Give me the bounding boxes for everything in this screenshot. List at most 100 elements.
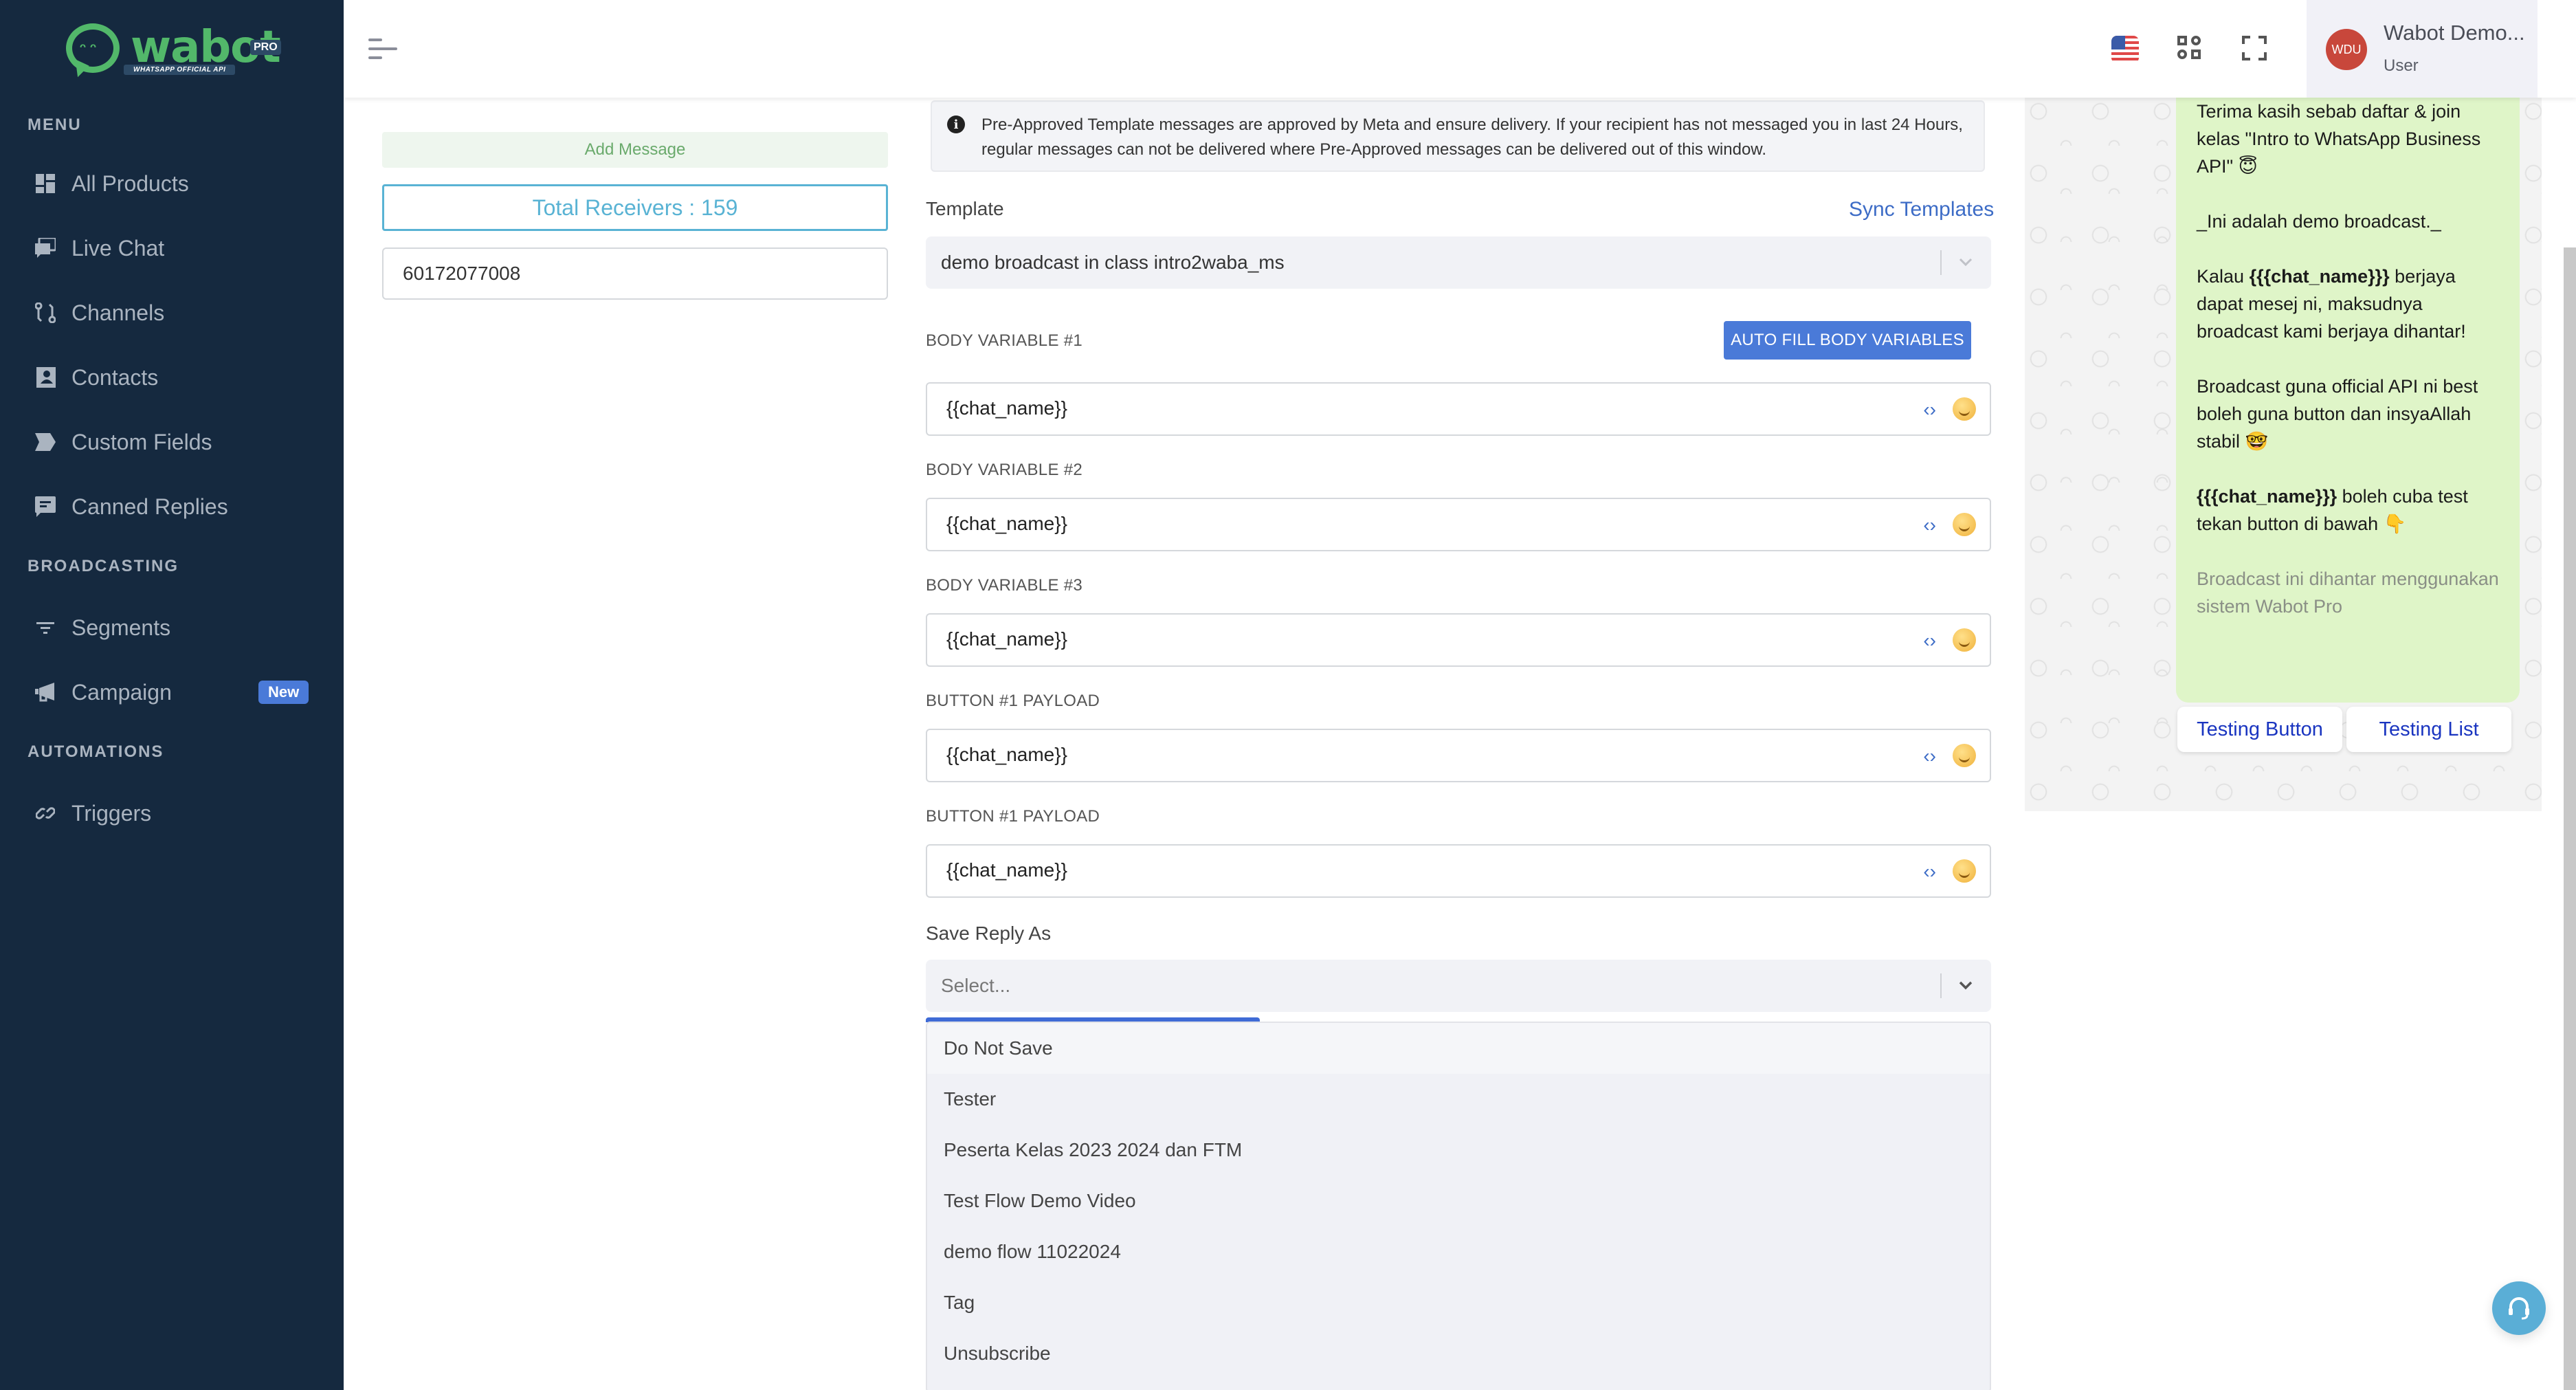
info-icon: i	[947, 115, 965, 133]
code-icon[interactable]: ‹›	[1923, 630, 1936, 652]
brand-logo[interactable]: ᵔᵔ wabot PRO WHATSAPP OFFICIAL API	[66, 22, 281, 80]
input-value: {{chat_name}}	[946, 397, 1067, 419]
user-name: Wabot Demo...	[2384, 21, 2525, 45]
option-peserta-kelas[interactable]: Peserta Kelas 2023 2024 dan FTM	[927, 1125, 1990, 1176]
headset-icon	[2509, 1297, 2529, 1320]
contact-book-icon	[34, 366, 56, 388]
option-tag[interactable]: Tag	[927, 1277, 1990, 1328]
body-variable-2-input[interactable]: {{chat_name}} ‹›	[926, 498, 1991, 551]
button-1-payload-input-2[interactable]: {{chat_name}} ‹›	[926, 844, 1991, 898]
template-label: Template	[926, 198, 1004, 219]
section-title-menu: MENU	[27, 115, 82, 134]
code-icon[interactable]: ‹›	[1923, 861, 1936, 883]
body-variable-1-input[interactable]: {{chat_name}} ‹›	[926, 382, 1991, 436]
message-bubble: Terima kasih sebab daftar & join kelas "…	[2176, 98, 2520, 703]
sidebar-item-label: Contacts	[71, 364, 159, 390]
app-root: ᵔᵔ wabot PRO WHATSAPP OFFICIAL API MENU …	[0, 0, 2576, 1390]
code-icon[interactable]: ‹›	[1923, 745, 1936, 767]
message-paragraph: Terima kasih sebab daftar & join kelas "…	[2197, 101, 2481, 177]
variable-text: {{{chat_name}}}	[2249, 266, 2390, 287]
input-value: {{chat_name}}	[946, 859, 1067, 881]
code-icon[interactable]: ‹›	[1923, 514, 1936, 536]
option-unsubscribe[interactable]: Unsubscribe	[927, 1328, 1990, 1379]
text: Kalau	[2197, 266, 2250, 287]
link-icon	[34, 802, 56, 824]
filter-icon	[34, 617, 56, 639]
emoji-picker-icon[interactable]	[1953, 513, 1976, 536]
page-scrollbar[interactable]	[2564, 247, 2576, 1390]
sidebar-item-triggers[interactable]: Triggers	[0, 789, 344, 837]
grid-icon	[34, 173, 56, 195]
sidebar: ᵔᵔ wabot PRO WHATSAPP OFFICIAL API MENU …	[0, 0, 344, 1390]
body-variable-3-input[interactable]: {{chat_name}} ‹›	[926, 613, 1991, 667]
sidebar-item-custom-fields[interactable]: Custom Fields	[0, 418, 344, 466]
add-message-button[interactable]: Add Message	[382, 132, 888, 168]
select-separator	[1940, 973, 1942, 998]
save-reply-options-menu: Do Not Save Tester Peserta Kelas 2023 20…	[926, 1022, 1991, 1390]
message-paragraph: Kalau {{{chat_name}}} berjaya dapat mese…	[2197, 263, 2499, 345]
auto-fill-body-variables-button[interactable]: AUTO FILL BODY VARIABLES	[1724, 321, 1971, 360]
chat-bubbles-icon	[34, 237, 56, 259]
sidebar-item-label: Live Chat	[71, 235, 165, 261]
menu-toggle-button[interactable]	[368, 38, 397, 59]
user-role: User	[2384, 56, 2419, 75]
chevron-down-icon	[1959, 258, 1973, 267]
option-do-not-save[interactable]: Do Not Save	[927, 1023, 1990, 1074]
testing-list-button[interactable]: Testing List	[2346, 707, 2511, 752]
testing-button[interactable]: Testing Button	[2177, 707, 2342, 752]
sidebar-item-segments[interactable]: Segments	[0, 604, 344, 652]
top-header: WDU Wabot Demo... User	[344, 0, 2576, 98]
sidebar-item-channels[interactable]: Channels	[0, 289, 344, 337]
new-badge: New	[258, 681, 309, 704]
total-receivers-badge: Total Receivers : 159	[382, 184, 888, 231]
apps-grid-icon[interactable]	[2177, 36, 2203, 62]
sidebar-item-label: Segments	[71, 615, 171, 640]
message-paragraph: Broadcast guna official API ni best bole…	[2197, 376, 2478, 452]
sidebar-item-all-products[interactable]: All Products	[0, 159, 344, 208]
sidebar-item-canned-replies[interactable]: Canned Replies	[0, 483, 344, 531]
body-variable-1-label: BODY VARIABLE #1	[926, 331, 1083, 350]
megaphone-icon	[34, 681, 56, 703]
receiver-phone-input[interactable]: 60172077008	[382, 247, 888, 300]
variable-text: {{{chat_name}}}	[2197, 486, 2338, 507]
chevron-down-icon	[1959, 981, 1973, 990]
select-separator	[1940, 250, 1942, 275]
template-select-value: demo broadcast in class intro2waba_ms	[941, 252, 1285, 273]
emoji-picker-icon[interactable]	[1953, 397, 1976, 421]
input-value: {{chat_name}}	[946, 744, 1067, 765]
option-tester[interactable]: Tester	[927, 1074, 1990, 1125]
support-button[interactable]	[2492, 1281, 2546, 1335]
sync-templates-link[interactable]: Sync Templates	[1849, 198, 1994, 221]
brand-badge: PRO	[250, 40, 281, 55]
sidebar-item-label: Canned Replies	[71, 494, 228, 519]
message-footer: Broadcast ini dihantar menggunakan siste…	[2197, 569, 2499, 617]
whatsapp-preview: Terima kasih sebab daftar & join kelas "…	[2025, 98, 2542, 811]
emoji-picker-icon[interactable]	[1953, 628, 1976, 652]
git-compare-icon	[34, 302, 56, 324]
section-title-broadcasting: BROADCASTING	[27, 557, 179, 575]
message-paragraph: _Ini adalah demo broadcast._	[2197, 211, 2441, 232]
user-menu[interactable]: WDU Wabot Demo... User	[2307, 0, 2538, 98]
sidebar-item-label: Custom Fields	[71, 429, 212, 454]
option-test-flow-demo-video[interactable]: Test Flow Demo Video	[927, 1176, 1990, 1226]
body-variable-3-label: BODY VARIABLE #3	[926, 576, 1083, 595]
button-1-payload-input[interactable]: {{chat_name}} ‹›	[926, 729, 1991, 782]
sidebar-item-label: All Products	[71, 170, 189, 196]
message-paragraph: {{{chat_name}}} boleh cuba test tekan bu…	[2197, 483, 2499, 538]
us-flag-icon[interactable]	[2111, 36, 2139, 63]
brand-tagline: WHATSAPP OFFICIAL API	[124, 65, 236, 75]
sidebar-item-campaign[interactable]: Campaign New	[0, 668, 344, 716]
sidebar-item-label: Campaign	[71, 679, 172, 705]
emoji-picker-icon[interactable]	[1953, 859, 1976, 883]
sidebar-item-contacts[interactable]: Contacts	[0, 353, 344, 401]
template-select[interactable]: demo broadcast in class intro2waba_ms	[926, 236, 1991, 289]
info-alert-text: Pre-Approved Template messages are appro…	[981, 115, 1963, 159]
emoji-picker-icon[interactable]	[1953, 744, 1976, 767]
save-reply-label: Save Reply As	[926, 923, 1052, 944]
code-icon[interactable]: ‹›	[1923, 399, 1936, 421]
option-demo-flow[interactable]: demo flow 11022024	[927, 1226, 1990, 1277]
sidebar-item-live-chat[interactable]: Live Chat	[0, 224, 344, 272]
fullscreen-icon[interactable]	[2242, 36, 2267, 60]
save-reply-select[interactable]: Select...	[926, 960, 1991, 1012]
input-value: {{chat_name}}	[946, 628, 1067, 650]
